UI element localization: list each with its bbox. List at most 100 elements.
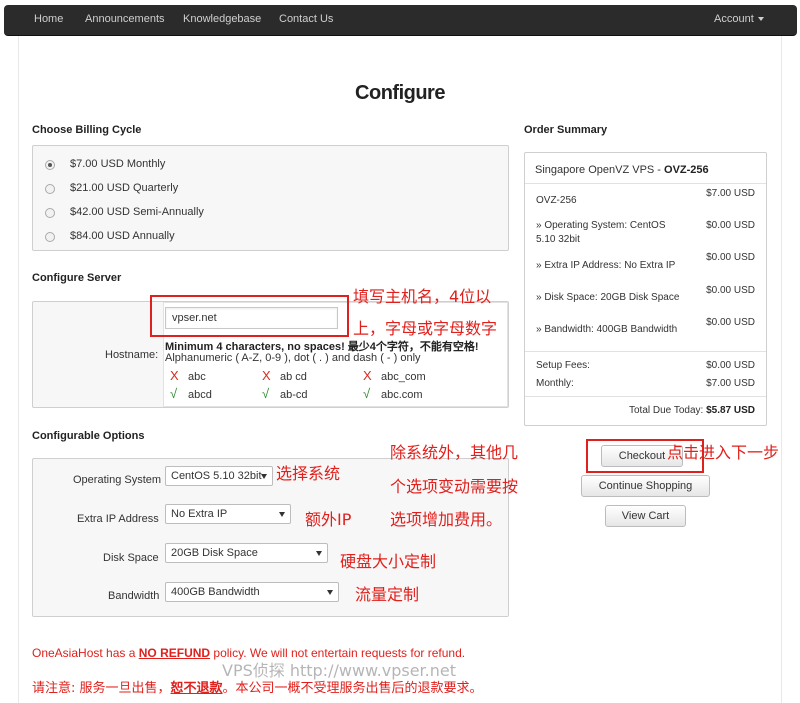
options-heading: Configurable Options xyxy=(32,430,145,442)
annotation-extra-1: 除系统外，其他几 xyxy=(390,443,519,462)
good-example-text: abc.com xyxy=(381,389,423,401)
annotation-os: 选择系统 xyxy=(276,464,341,483)
watermark: VPS侦探 http://www.vpser.net xyxy=(222,661,456,680)
option-label-extra-ip: Extra IP Address xyxy=(77,513,159,525)
summary-line-price: $0.00 USD xyxy=(706,252,755,263)
view-cart-button[interactable]: View Cart xyxy=(605,505,686,527)
annotation-disk: 硬盘大小定制 xyxy=(340,552,437,571)
billing-option-monthly[interactable]: $7.00 USD Monthly xyxy=(45,155,520,177)
dropdown-arrow-icon xyxy=(261,474,267,479)
setup-fees-value: $0.00 USD xyxy=(706,360,755,371)
bad-example-text: abc xyxy=(188,371,206,383)
bad-example: Xabc xyxy=(170,368,206,383)
annotation-hostname-1: 填写主机名，4位以 xyxy=(353,287,492,306)
billing-box: $7.00 USD Monthly $21.00 USD Quarterly $… xyxy=(32,145,509,251)
hostname-label: Hostname: xyxy=(105,349,159,361)
cross-icon: X xyxy=(262,368,271,383)
billing-option-quarterly[interactable]: $21.00 USD Quarterly xyxy=(45,179,520,201)
good-example: √ ab-cd xyxy=(262,386,308,401)
good-example-text: abcd xyxy=(188,389,212,401)
hostname-hint: Alphanumeric ( A-Z, 0-9 ), dot ( . ) and… xyxy=(165,352,421,364)
bad-example-text: ab cd xyxy=(280,371,307,383)
setup-fees-label: Setup Fees: xyxy=(536,360,590,371)
billing-option-label: $84.00 USD Annually xyxy=(70,230,175,242)
os-select[interactable]: CentOS 5.10 32bit xyxy=(165,466,273,486)
cross-icon: X xyxy=(363,368,372,383)
bad-example-text: abc_com xyxy=(381,371,426,383)
summary-product: Singapore OpenVZ VPS - OVZ-256 xyxy=(535,164,709,176)
cross-icon: X xyxy=(170,368,179,383)
extra-ip-select[interactable]: No Extra IP xyxy=(165,504,291,524)
nav-contact-us[interactable]: Contact Us xyxy=(279,13,333,25)
annotation-hostname-2: 上，字母或字母数字 xyxy=(353,319,498,338)
summary-divider xyxy=(525,351,766,352)
checkmark-icon: √ xyxy=(170,386,178,401)
summary-line-price: $0.00 USD xyxy=(706,220,755,231)
good-example: √ abc.com xyxy=(363,386,423,401)
refund-cn-bold: 恕不退款 xyxy=(170,681,223,696)
nav-account-menu[interactable]: Account xyxy=(714,13,764,25)
disk-select-value: 20GB Disk Space xyxy=(171,547,258,559)
top-navbar: Home Announcements Knowledgebase Contact… xyxy=(4,5,797,36)
total-due-value: $5.87 USD xyxy=(706,405,755,416)
summary-product-name: Singapore OpenVZ VPS - xyxy=(535,164,665,176)
good-example-text: ab-cd xyxy=(280,389,308,401)
option-label-bandwidth: Bandwidth xyxy=(108,590,160,602)
good-example: √ abcd xyxy=(170,386,212,401)
summary-line-price: $7.00 USD xyxy=(706,188,755,199)
summary-heading: Order Summary xyxy=(524,124,608,136)
chevron-down-icon xyxy=(757,17,764,22)
billing-option-label: $42.00 USD Semi-Annually xyxy=(70,206,204,218)
nav-home[interactable]: Home xyxy=(34,13,63,25)
nav-announcements[interactable]: Announcements xyxy=(85,13,165,25)
nav-knowledgebase[interactable]: Knowledgebase xyxy=(183,13,261,25)
annotation-extra-3: 选项增加费用。 xyxy=(390,510,503,529)
annotation-checkout: 点击进入下一步 xyxy=(667,443,780,462)
total-due-label: Total Due Today: xyxy=(628,405,704,416)
dropdown-arrow-icon xyxy=(316,551,322,556)
bad-example: Xabc_com xyxy=(363,368,426,383)
refund-cn-post: 。本公司一概不受理服务出售后的退款要求。 xyxy=(222,681,483,696)
radio-semi-annually[interactable] xyxy=(45,208,55,218)
checkmark-icon: √ xyxy=(363,386,371,401)
summary-line-label: OVZ-256 xyxy=(536,195,577,206)
summary-product-code: OVZ-256 xyxy=(664,164,709,176)
bandwidth-select-value: 400GB Bandwidth xyxy=(171,586,260,598)
continue-shopping-button[interactable]: Continue Shopping xyxy=(581,475,710,497)
annotation-extra-2: 个选项变动需要按 xyxy=(390,477,519,496)
summary-line-label: » Extra IP Address: No Extra IP xyxy=(536,260,676,271)
refund-en-pre: OneAsiaHost has a xyxy=(32,646,139,660)
order-summary-panel: Singapore OpenVZ VPS - OVZ-256 OVZ-256 $… xyxy=(524,152,767,426)
billing-option-annually[interactable]: $84.00 USD Annually xyxy=(45,227,520,249)
radio-annually[interactable] xyxy=(45,232,55,242)
summary-divider xyxy=(525,396,766,397)
monthly-label: Monthly: xyxy=(536,378,574,389)
radio-quarterly[interactable] xyxy=(45,184,55,194)
annotation-bandwidth: 流量定制 xyxy=(355,585,420,604)
summary-divider xyxy=(525,183,766,184)
summary-line-label: » Disk Space: 20GB Disk Space xyxy=(536,292,680,303)
option-label-os: Operating System xyxy=(73,474,162,486)
os-select-value: CentOS 5.10 32bit xyxy=(171,470,262,482)
refund-en-bold: NO REFUND xyxy=(138,646,211,660)
dropdown-arrow-icon xyxy=(279,512,285,517)
summary-line-price: $0.00 USD xyxy=(706,285,755,296)
summary-line-price: $0.00 USD xyxy=(706,317,755,328)
option-label-disk: Disk Space xyxy=(103,552,159,564)
billing-heading: Choose Billing Cycle xyxy=(32,124,142,136)
summary-line-label: » Operating System: CentOS 5.10 32bit xyxy=(536,220,666,245)
billing-option-semi-annually[interactable]: $42.00 USD Semi-Annually xyxy=(45,203,520,225)
billing-option-label: $7.00 USD Monthly xyxy=(70,158,166,170)
radio-monthly[interactable] xyxy=(45,160,55,170)
summary-line-label: » Bandwidth: 400GB Bandwidth xyxy=(536,324,678,335)
disk-select[interactable]: 20GB Disk Space xyxy=(165,543,328,563)
total-due: Total Due Today: $5.87 USD xyxy=(629,405,755,416)
checkmark-icon: √ xyxy=(262,386,270,401)
page-title: Configure xyxy=(355,82,445,104)
monthly-value: $7.00 USD xyxy=(706,378,755,389)
dropdown-arrow-icon xyxy=(327,590,333,595)
bandwidth-select[interactable]: 400GB Bandwidth xyxy=(165,582,339,602)
billing-option-label: $21.00 USD Quarterly xyxy=(70,182,179,194)
annotation-ip: 额外IP xyxy=(305,510,352,529)
hostname-callout-box xyxy=(150,295,349,337)
